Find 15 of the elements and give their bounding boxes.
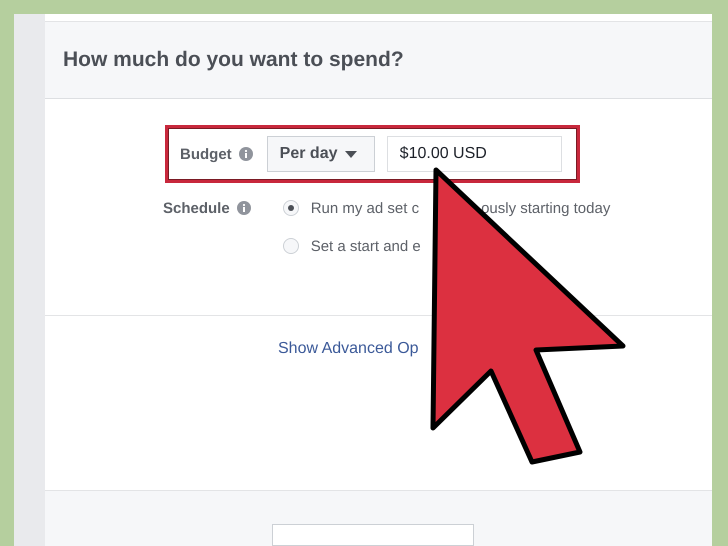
option-label: ously starting today xyxy=(481,200,610,217)
period-dropdown[interactable]: Per day xyxy=(266,136,375,172)
advanced-options-link[interactable]: Show Advanced Op xyxy=(278,340,419,358)
radio-button[interactable] xyxy=(282,200,299,216)
section-title: How much do you want to spend? xyxy=(63,48,404,72)
amount-field[interactable]: $10.00 USD xyxy=(386,136,562,172)
caret-icon xyxy=(345,150,358,158)
info-icon xyxy=(236,201,251,216)
option-label: Run my ad set c xyxy=(310,200,420,217)
schedule-label: Schedule xyxy=(163,200,230,217)
option-label: Set a start and e xyxy=(310,238,421,255)
radio-button[interactable] xyxy=(282,238,299,254)
info-icon xyxy=(238,147,253,162)
budget-label: Budget xyxy=(180,146,232,163)
cursor-icon xyxy=(430,168,626,464)
